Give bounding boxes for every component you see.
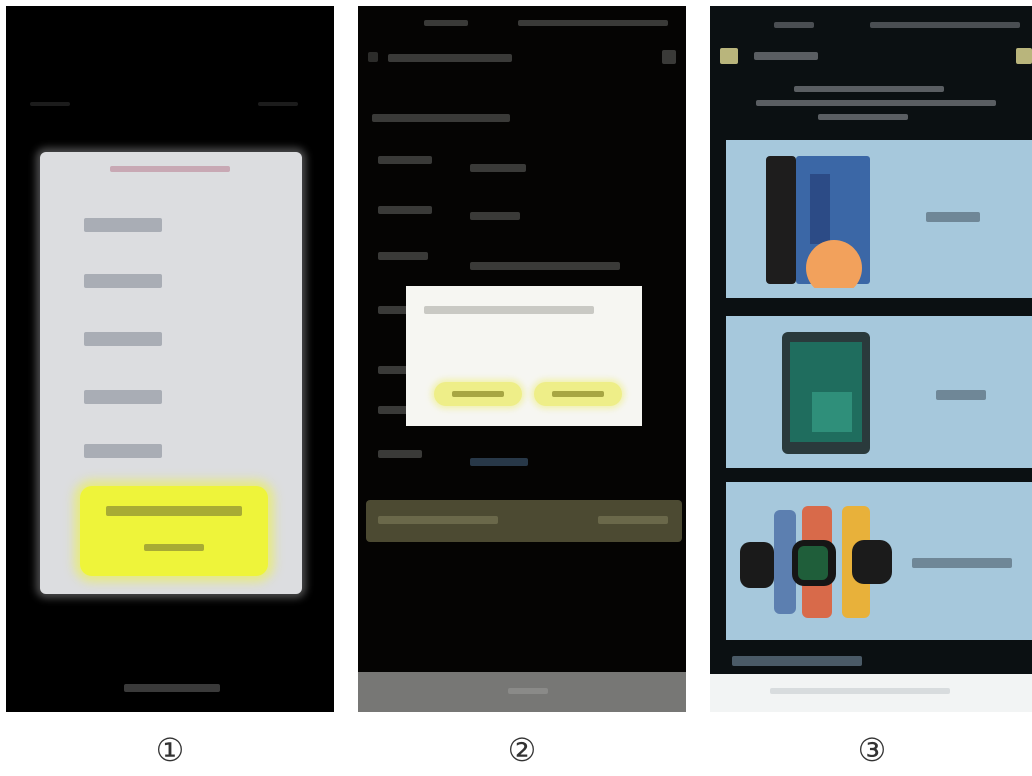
setting-label — [378, 252, 428, 260]
status-text — [30, 102, 70, 106]
dialog-button-left-label — [452, 391, 504, 397]
back-icon[interactable] — [720, 48, 738, 64]
action-bar-label — [378, 516, 498, 524]
dialog-option[interactable] — [84, 332, 162, 346]
screenshot-2 — [358, 6, 686, 712]
status-text — [258, 102, 298, 106]
bottom-footer — [710, 674, 1032, 712]
header-title — [754, 52, 818, 60]
section-header — [372, 114, 510, 122]
setting-value[interactable] — [470, 262, 620, 270]
menu-icon[interactable] — [662, 50, 676, 64]
dialog-button-right[interactable] — [534, 382, 622, 406]
setting-label — [378, 450, 422, 458]
category-card-label — [936, 390, 986, 400]
tablet-product-image — [782, 332, 870, 454]
highlighted-action-label — [106, 506, 242, 516]
status-time — [424, 20, 468, 26]
menu-icon[interactable] — [1016, 48, 1032, 64]
caption-step-1: ① — [155, 731, 185, 769]
screenshot-1 — [6, 6, 334, 712]
setting-value[interactable] — [470, 164, 526, 172]
category-card-wearables[interactable] — [726, 482, 1032, 640]
setting-label — [378, 366, 408, 374]
dialog-title — [110, 166, 230, 172]
caption-step-3: ③ — [857, 731, 887, 769]
category-card-phone[interactable] — [726, 140, 1032, 298]
dialog-option[interactable] — [84, 444, 162, 458]
bottom-bar — [358, 672, 686, 712]
action-bar[interactable] — [366, 500, 682, 542]
confirm-dialog-message — [424, 306, 594, 314]
highlighted-action[interactable] — [80, 486, 268, 576]
selection-dialog — [40, 152, 302, 594]
section-label — [732, 656, 862, 666]
smartwatch-product-image — [740, 506, 892, 618]
setting-value[interactable] — [470, 212, 520, 220]
setting-label — [378, 206, 432, 214]
setting-value[interactable] — [470, 458, 528, 466]
confirm-dialog — [406, 286, 642, 426]
phone-product-image — [766, 156, 870, 288]
setting-label — [378, 156, 432, 164]
footer-label — [770, 688, 950, 694]
dialog-option[interactable] — [84, 274, 162, 288]
header-title — [388, 54, 512, 62]
screenshot-3 — [710, 6, 1032, 712]
page-subtitle — [794, 86, 944, 92]
caption-step-2: ② — [507, 731, 537, 769]
back-icon[interactable] — [368, 52, 378, 62]
category-card-label — [912, 558, 1012, 568]
dialog-button-right-label — [552, 391, 604, 397]
dialog-option[interactable] — [84, 218, 162, 232]
highlighted-action-sublabel — [144, 544, 204, 551]
status-time — [774, 22, 814, 28]
setting-label — [378, 406, 408, 414]
setting-label — [378, 306, 408, 314]
action-bar-value — [598, 516, 668, 524]
category-card-tablet[interactable] — [726, 316, 1032, 468]
page-subtitle — [818, 114, 908, 120]
category-card-label — [926, 212, 980, 222]
dialog-button-left[interactable] — [434, 382, 522, 406]
status-icons — [870, 22, 1020, 28]
page-subtitle — [756, 100, 996, 106]
dialog-option[interactable] — [84, 390, 162, 404]
bottom-nav-label[interactable] — [124, 684, 220, 692]
bottom-bar-label — [508, 688, 548, 694]
status-icons — [518, 20, 668, 26]
